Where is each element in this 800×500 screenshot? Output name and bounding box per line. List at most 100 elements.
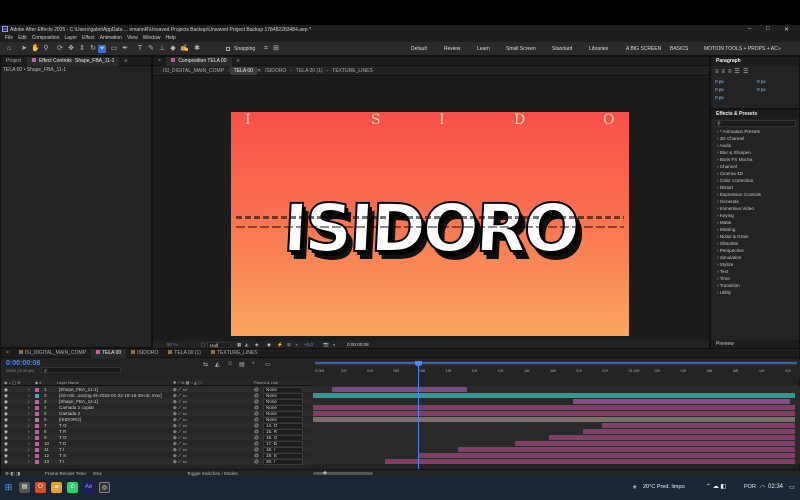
- selection-tool-icon[interactable]: ➤: [20, 45, 28, 53]
- preview-time-value[interactable]: 0:00:00:08: [347, 342, 369, 347]
- effect-category-item[interactable]: › Distort: [711, 184, 799, 191]
- brush-tool-icon[interactable]: ✎: [147, 45, 155, 53]
- region-icon[interactable]: ⬚: [201, 342, 205, 348]
- roto-brush-icon[interactable]: ✍: [180, 45, 189, 53]
- layer-duration-bar[interactable]: [332, 386, 468, 392]
- effect-category-item[interactable]: › Matte: [711, 219, 799, 226]
- workspace-big-screen[interactable]: A BIG SCREEN: [626, 46, 661, 52]
- comp-viewer[interactable]: I S I D O ISIDORO: [153, 77, 709, 341]
- 3d-view-icon[interactable]: ◈: [255, 342, 259, 348]
- show-snapshot-icon[interactable]: ◐: [333, 342, 336, 347]
- workspace-motion-tools[interactable]: MOTION TOOLS + PROPS + AC: [704, 46, 778, 52]
- effect-category-item[interactable]: › Noise & Grain: [711, 233, 799, 240]
- workspace-default[interactable]: Default: [411, 46, 427, 52]
- track-area[interactable]: [313, 386, 800, 464]
- layer-name-header[interactable]: Layer Name: [57, 380, 79, 385]
- tab-effect-controls[interactable]: Effect Controls Shape_FBA_11-1: [26, 56, 120, 66]
- tab-composition[interactable]: Composition TELA 00: [165, 56, 232, 66]
- justify-icon[interactable]: ☰: [735, 68, 740, 75]
- snapping-checkbox[interactable]: [226, 47, 230, 51]
- effect-category-item[interactable]: › Channel: [711, 163, 799, 170]
- current-time-indicator[interactable]: [418, 363, 419, 471]
- pan-tool-icon[interactable]: ✥: [67, 45, 75, 53]
- layer-label-color[interactable]: [35, 459, 39, 464]
- layer-name[interactable]: T I: [59, 459, 64, 464]
- effect-category-item[interactable]: › Time: [711, 275, 799, 282]
- frame-blending-icon[interactable]: ▤: [239, 361, 245, 368]
- layer-label-color[interactable]: [35, 435, 39, 440]
- effect-category-item[interactable]: › Generate: [711, 198, 799, 205]
- effect-category-item[interactable]: › Utility: [711, 289, 799, 296]
- timeline-tab[interactable]: ISI_DIGITAL_MAIN_COMP: [14, 349, 91, 358]
- space-after-field[interactable]: 0 px: [715, 95, 724, 100]
- effect-category-item[interactable]: › Expression Controls: [711, 191, 799, 198]
- comp-panel-menu-icon[interactable]: ≡: [232, 57, 245, 66]
- minimize-button[interactable]: –: [748, 26, 751, 32]
- indent-left-field[interactable]: 0 px: [715, 79, 724, 84]
- parent-select[interactable]: 20. I: [263, 458, 303, 465]
- effect-category-item[interactable]: › Color Correction: [711, 177, 799, 184]
- effect-category-item[interactable]: › Missing: [711, 226, 799, 233]
- wifi-icon[interactable]: ◠: [760, 484, 765, 491]
- effects-search-input[interactable]: ⚲: [714, 120, 796, 127]
- workspace-small-screen[interactable]: Small Screen: [506, 46, 536, 52]
- color-management-icon[interactable]: ◕: [295, 342, 298, 347]
- comp-subtab-isidoro[interactable]: ISIDORO: [261, 67, 290, 75]
- comp-canvas[interactable]: I S I D O ISIDORO: [231, 112, 629, 336]
- whatsapp-icon[interactable]: ✆: [67, 482, 78, 493]
- workspace-standard[interactable]: Standard: [552, 46, 572, 52]
- align-right-icon[interactable]: ≡: [728, 69, 732, 75]
- menu-help[interactable]: Help: [165, 35, 175, 41]
- timeline-search-input[interactable]: ⚲: [41, 367, 121, 373]
- snapshot-icon[interactable]: 📷: [323, 342, 329, 348]
- workspace-review[interactable]: Review: [444, 46, 460, 52]
- motion-blur-icon[interactable]: ◔: [251, 361, 255, 367]
- type-tool-icon[interactable]: T: [136, 45, 144, 53]
- time-ruler[interactable]: 0:00f 02f 04f 06f 08f 10f 12f 14f 16f 18f 20f 22f 01…: [313, 360, 800, 379]
- puppet-pin-icon[interactable]: ✱: [193, 45, 201, 53]
- resolution-select[interactable]: Half: [207, 341, 231, 348]
- dolly-tool-icon[interactable]: ⇕: [78, 45, 86, 53]
- menu-view[interactable]: View: [127, 35, 138, 41]
- workspace-learn[interactable]: Learn: [477, 46, 490, 52]
- layer-duration-bar[interactable]: [515, 440, 795, 446]
- justify-all-icon[interactable]: ☰: [743, 68, 748, 75]
- folder-icon[interactable]: ▰: [51, 482, 62, 493]
- layer-label-color[interactable]: [35, 441, 39, 446]
- eye-icon[interactable]: ◉: [4, 459, 8, 465]
- effect-category-item[interactable]: › Immersive Video: [711, 205, 799, 212]
- timeline-tab[interactable]: TELA 00: [90, 348, 127, 358]
- comp-subtab-texture[interactable]: TEXTURE_LINES: [328, 67, 377, 75]
- comp-panel-close-icon[interactable]: ×: [153, 57, 166, 66]
- layer-duration-bar[interactable]: [313, 392, 795, 398]
- draft-3d-icon[interactable]: ◭: [215, 361, 220, 368]
- comp-subtab-tela00-1[interactable]: TELA 00 (1): [292, 67, 327, 75]
- layer-label-color[interactable]: [35, 453, 39, 458]
- effect-category-item[interactable]: › Stylize: [711, 261, 799, 268]
- effect-category-item[interactable]: › Text: [711, 268, 799, 275]
- layer-duration-bar[interactable]: [573, 398, 791, 404]
- panel-menu-icon[interactable]: ≡: [119, 57, 132, 66]
- layer-duration-bar[interactable]: [582, 428, 795, 434]
- snap-options-icon[interactable]: ⌗: [262, 45, 270, 53]
- workspace-basics[interactable]: BASICS: [670, 46, 688, 52]
- effect-category-item[interactable]: › Cinema 4D: [711, 170, 799, 177]
- effect-category-item[interactable]: › 3D Channel: [711, 135, 799, 142]
- tray-icons[interactable]: ⌃ ☁ ◧: [706, 483, 726, 490]
- layer-label-color[interactable]: [35, 423, 39, 428]
- indent-right-field[interactable]: 0 px: [757, 79, 766, 84]
- tab-project[interactable]: Project: [1, 57, 27, 66]
- exposure-reset-icon[interactable]: ⊘: [287, 342, 291, 348]
- menu-composition[interactable]: Composition: [32, 35, 60, 41]
- home-icon[interactable]: ⌂: [5, 45, 13, 53]
- comp-subtab-tela00[interactable]: TELA 00: [229, 66, 257, 75]
- layer-duration-bar[interactable]: [457, 446, 795, 452]
- channel-icon[interactable]: ◉: [267, 342, 271, 348]
- maximize-button[interactable]: □: [766, 26, 770, 32]
- layer-duration-bar[interactable]: [385, 458, 795, 464]
- align-center-icon[interactable]: ≡: [722, 69, 726, 75]
- layer-duration-bar[interactable]: [313, 404, 795, 410]
- hand-tool-icon[interactable]: ✋: [31, 45, 40, 53]
- rotate-tool-icon[interactable]: ↻: [89, 45, 97, 53]
- layer-duration-bar[interactable]: [313, 410, 795, 416]
